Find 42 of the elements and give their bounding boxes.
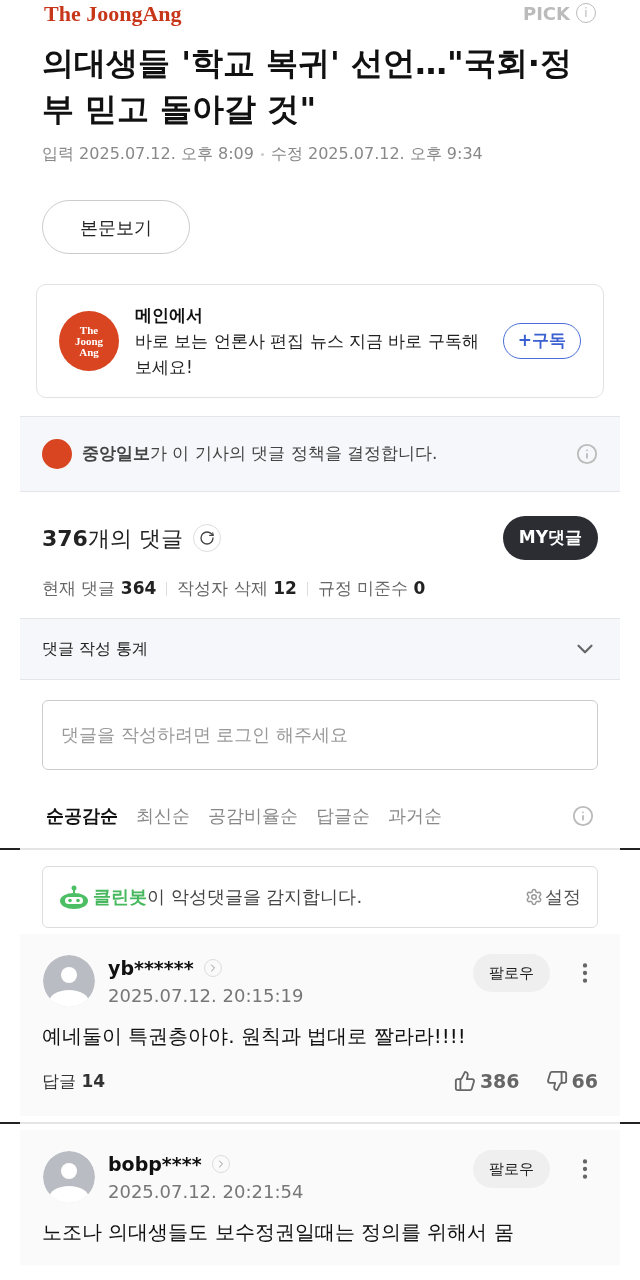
comment-time: 2025.07.12. 20:15:19 (108, 984, 305, 1008)
comment-count: 376개의 댓글 (42, 524, 183, 553)
robot-icon (59, 884, 89, 909)
my-comments-button[interactable]: MY댓글 (502, 516, 598, 560)
comment-stat: 규정 미준수 0 (317, 577, 426, 600)
card-text: 바로 보는 언론사 편집 뉴스 지금 바로 구독해보세요! (135, 330, 480, 379)
like-count: 386 (479, 1069, 520, 1094)
edited-date: 수정 2025.07.12. 오후 9:34 (270, 143, 483, 165)
sort-tab[interactable]: 공감비율순 (208, 802, 298, 829)
sort-tab[interactable]: 과거순 (388, 802, 442, 829)
sort-tab[interactable]: 최신순 (136, 802, 190, 829)
comment-text: 노조나 의대생들도 보수정권일때는 정의를 위해서 몸 (42, 1219, 515, 1245)
sort-tab[interactable]: 답글순 (316, 802, 370, 829)
pick-label: PICK (522, 1, 570, 26)
article-title: 의대생들 '학교 복귀' 선언…"국회·정부 믿고 돌아갈 것" (41, 43, 573, 130)
reply-count[interactable]: 답글 14 (42, 1068, 106, 1094)
comment-stat: 작성자 삭제 12 (177, 577, 297, 600)
comment-input[interactable]: 댓글을 작성하려면 로그인 해주세요 (42, 699, 598, 770)
username[interactable]: yb****** (108, 953, 194, 982)
sort-tab[interactable]: 순공감순 (46, 802, 118, 829)
follow-button[interactable]: 팔로우 (473, 953, 550, 992)
thumbs-down-icon[interactable] (545, 1070, 568, 1093)
username[interactable]: bobp**** (108, 1149, 202, 1178)
policy-text: 중앙일보가 이 기사의 댓글 정책을 결정합니다. (82, 442, 439, 466)
published-date: 입력 2025.07.12. 오후 8:09 (42, 143, 254, 165)
newspaper-logo (42, 439, 72, 469)
follow-button[interactable]: 팔로우 (473, 1149, 550, 1188)
comment-stat: 현재 댓글 364 (42, 577, 157, 600)
thumbs-up-icon[interactable] (453, 1070, 476, 1093)
card-title: 메인에서 (135, 304, 204, 327)
cleanbot-text: 클린봇이 악성댓글을 감지합니다. (93, 885, 364, 909)
newspaper-logo: The Joong Ang (59, 311, 119, 371)
settings-link[interactable]: 설정 (545, 883, 581, 910)
site-logo[interactable]: The JoongAng (44, 0, 182, 26)
settings-icon[interactable] (525, 887, 543, 906)
avatar-icon (42, 953, 96, 1008)
avatar-icon (42, 1149, 96, 1204)
comment-text: 예네둘이 특권층아야. 원칙과 법대로 짤라라!!!! (42, 1023, 467, 1049)
comment-time: 2025.07.12. 20:21:54 (108, 1180, 305, 1204)
stats-toggle-label: 댓글 작성 통계 (42, 637, 150, 660)
dislike-count: 66 (571, 1069, 598, 1094)
stats-toggle[interactable]: 댓글 작성 통계 (20, 617, 620, 680)
